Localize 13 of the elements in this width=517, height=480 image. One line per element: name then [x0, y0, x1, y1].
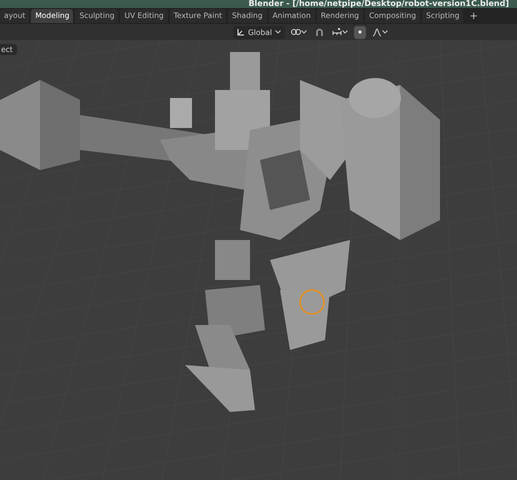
caret-icon — [382, 30, 388, 34]
proportional-edit-toggle[interactable] — [354, 26, 366, 38]
dot-circle-icon — [356, 28, 364, 36]
snap-increment-icon — [332, 28, 342, 36]
caret-icon — [342, 30, 348, 34]
add-workspace-button[interactable]: + — [465, 10, 482, 22]
caret-icon — [274, 30, 281, 34]
window-title: Blender - [/home/netpipe/Desktop/robot-version1C.blend] — [248, 0, 509, 8]
magnet-icon — [314, 28, 324, 36]
link-icon — [290, 28, 301, 36]
falloff-curve-icon — [372, 28, 382, 36]
caret-icon — [300, 30, 307, 34]
axes-icon — [237, 28, 245, 36]
